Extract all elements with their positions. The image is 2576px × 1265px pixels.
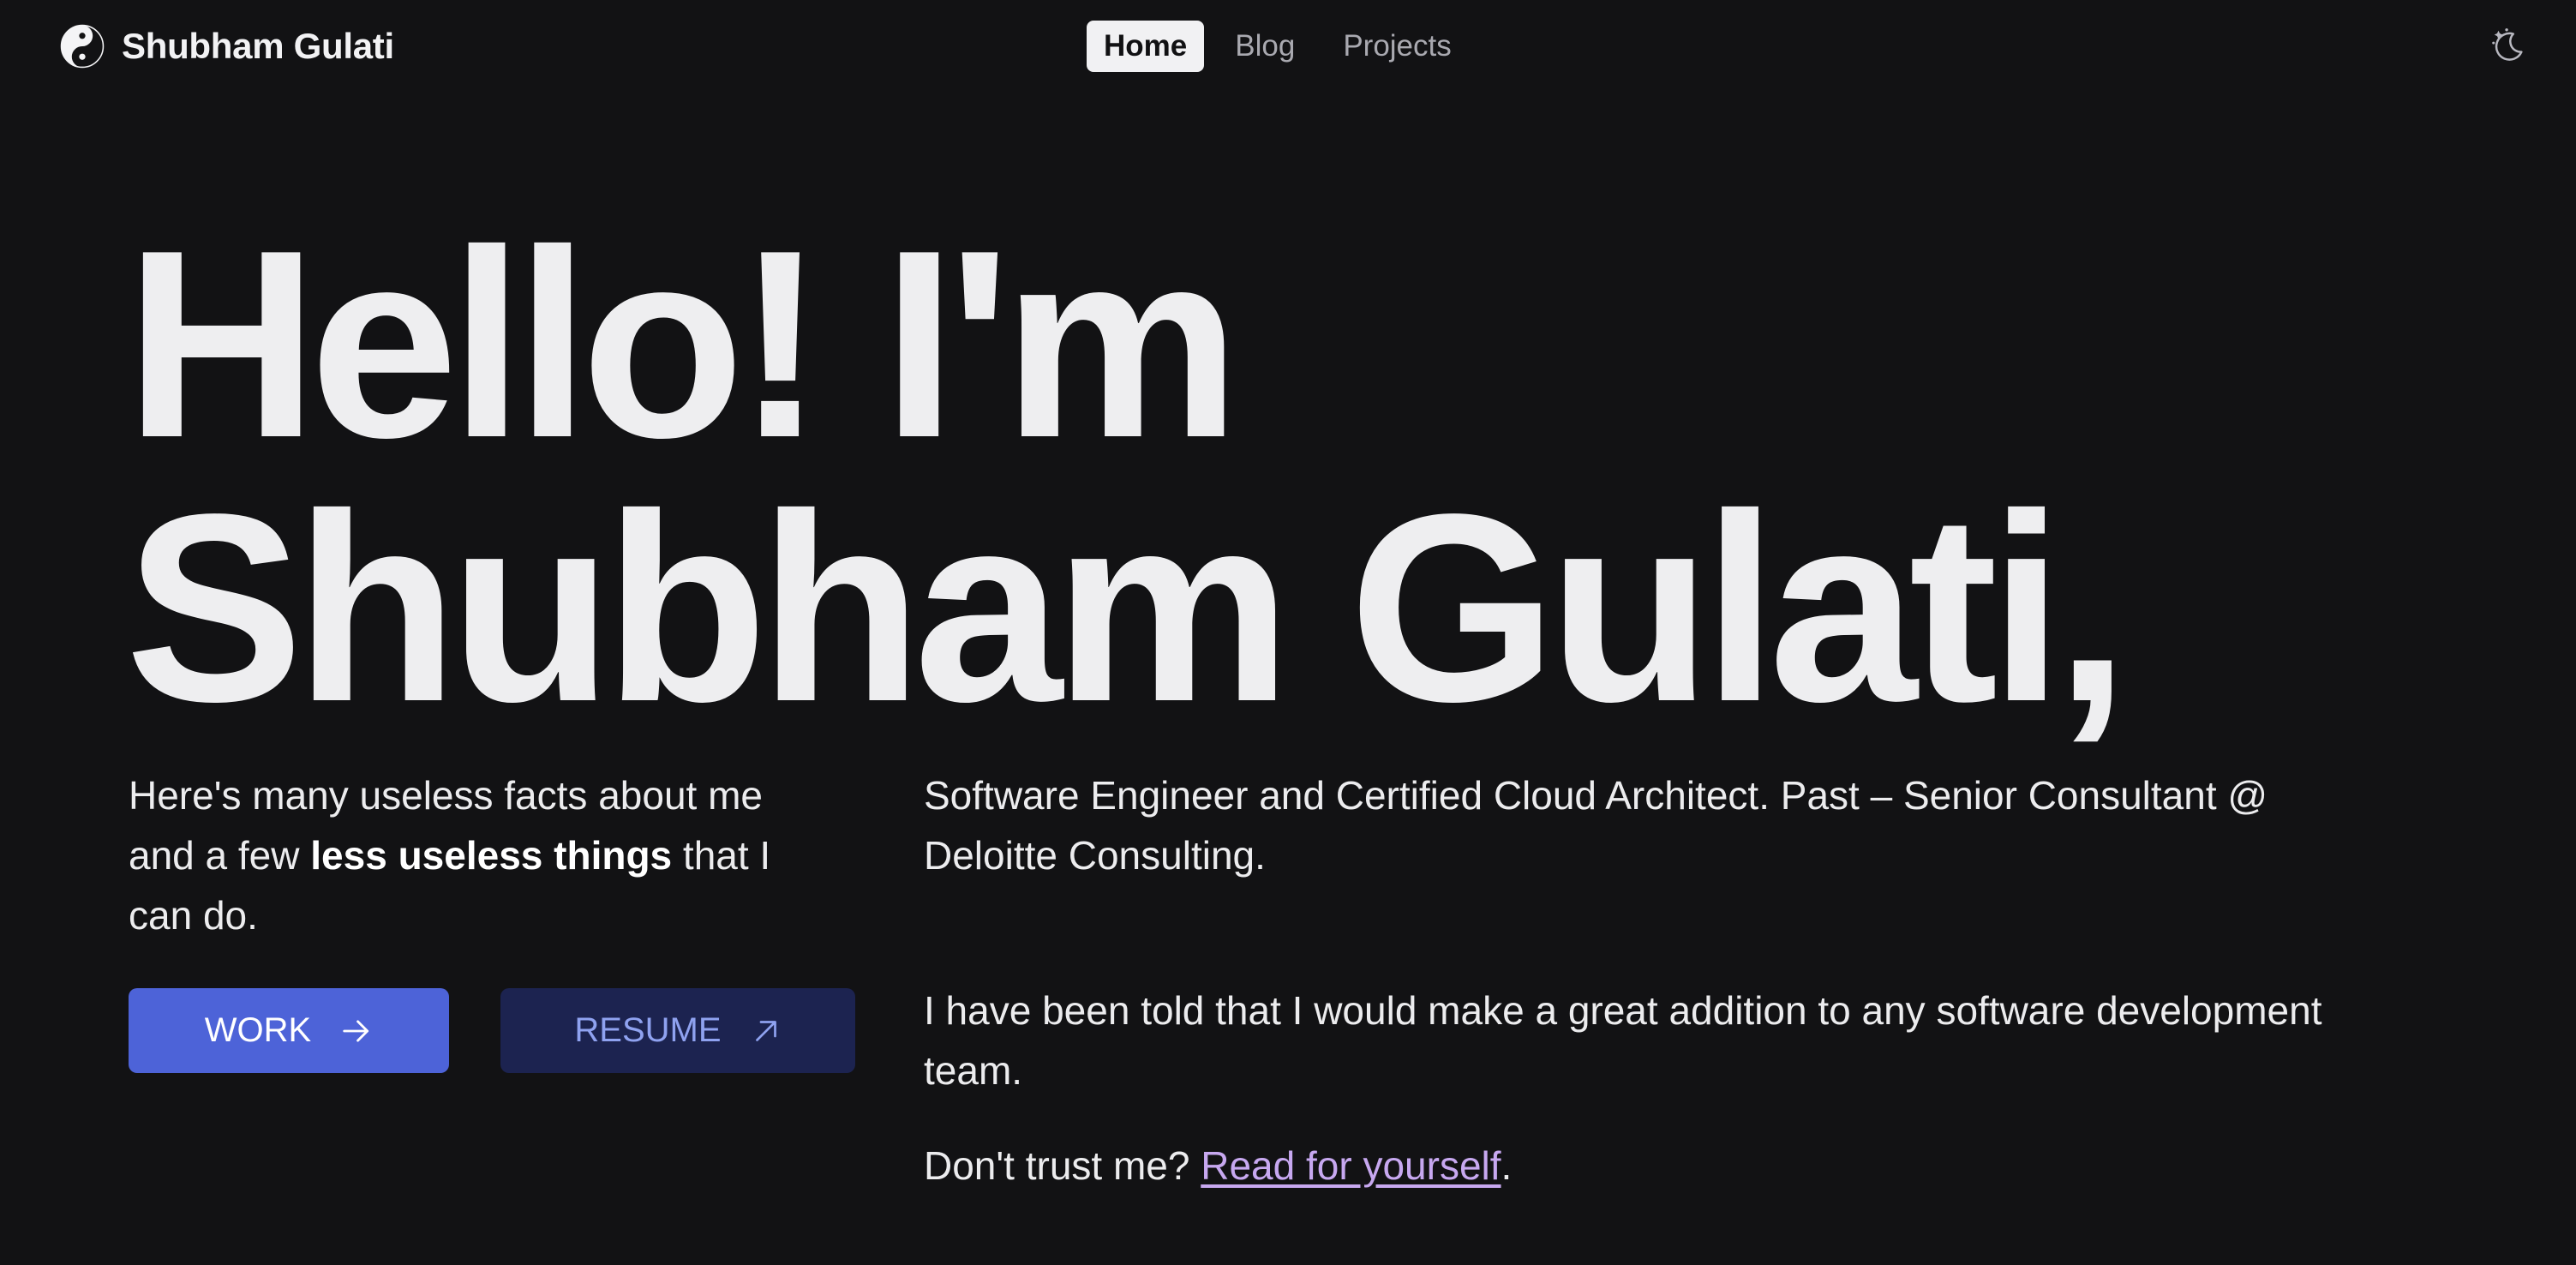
about-paragraph-2: I have been told that I would make a gre… (924, 988, 2322, 1093)
work-button-label: WORK (204, 1011, 312, 1049)
brand-name: Shubham Gulati (122, 26, 394, 66)
brand[interactable]: Shubham Gulati (60, 24, 394, 69)
yin-yang-logo-icon (60, 24, 105, 69)
about-paragraph-1: Software Engineer and Certified Cloud Ar… (924, 773, 2268, 878)
resume-button-label: RESUME (574, 1011, 722, 1049)
hero-line-1: Hello! I'm (125, 195, 1241, 494)
main-nav: Home Blog Projects (1087, 21, 1469, 72)
nav-home[interactable]: Home (1087, 21, 1205, 72)
resume-button[interactable]: RESUME (500, 988, 855, 1073)
trust-text-end: . (1501, 1143, 1513, 1188)
hero-line-2: Shubham Gulati, (125, 459, 2130, 758)
page: Shubham Gulati Home Blog Projects Hello!… (0, 0, 2576, 1265)
arrow-right-icon (343, 1019, 369, 1042)
nav-blog[interactable]: Blog (1218, 21, 1312, 72)
arrow-up-right-icon (755, 1020, 776, 1041)
intro-text-bold: less useless things (310, 833, 673, 878)
site-header: Shubham Gulati Home Blog Projects (0, 0, 2576, 94)
about-paragraph-3: Don't trust me? Read for yourself. (924, 1136, 2398, 1196)
read-for-yourself-link[interactable]: Read for yourself (1201, 1143, 1501, 1188)
intro-text: Here's many useless facts about me and a… (129, 765, 814, 945)
moon-stars-icon[interactable] (2489, 26, 2528, 65)
work-button[interactable]: WORK (129, 988, 449, 1073)
hero-title: Hello! I'm Shubham Gulati, (125, 195, 2130, 758)
trust-text: Don't trust me? (924, 1143, 1201, 1188)
nav-projects[interactable]: Projects (1326, 21, 1468, 72)
